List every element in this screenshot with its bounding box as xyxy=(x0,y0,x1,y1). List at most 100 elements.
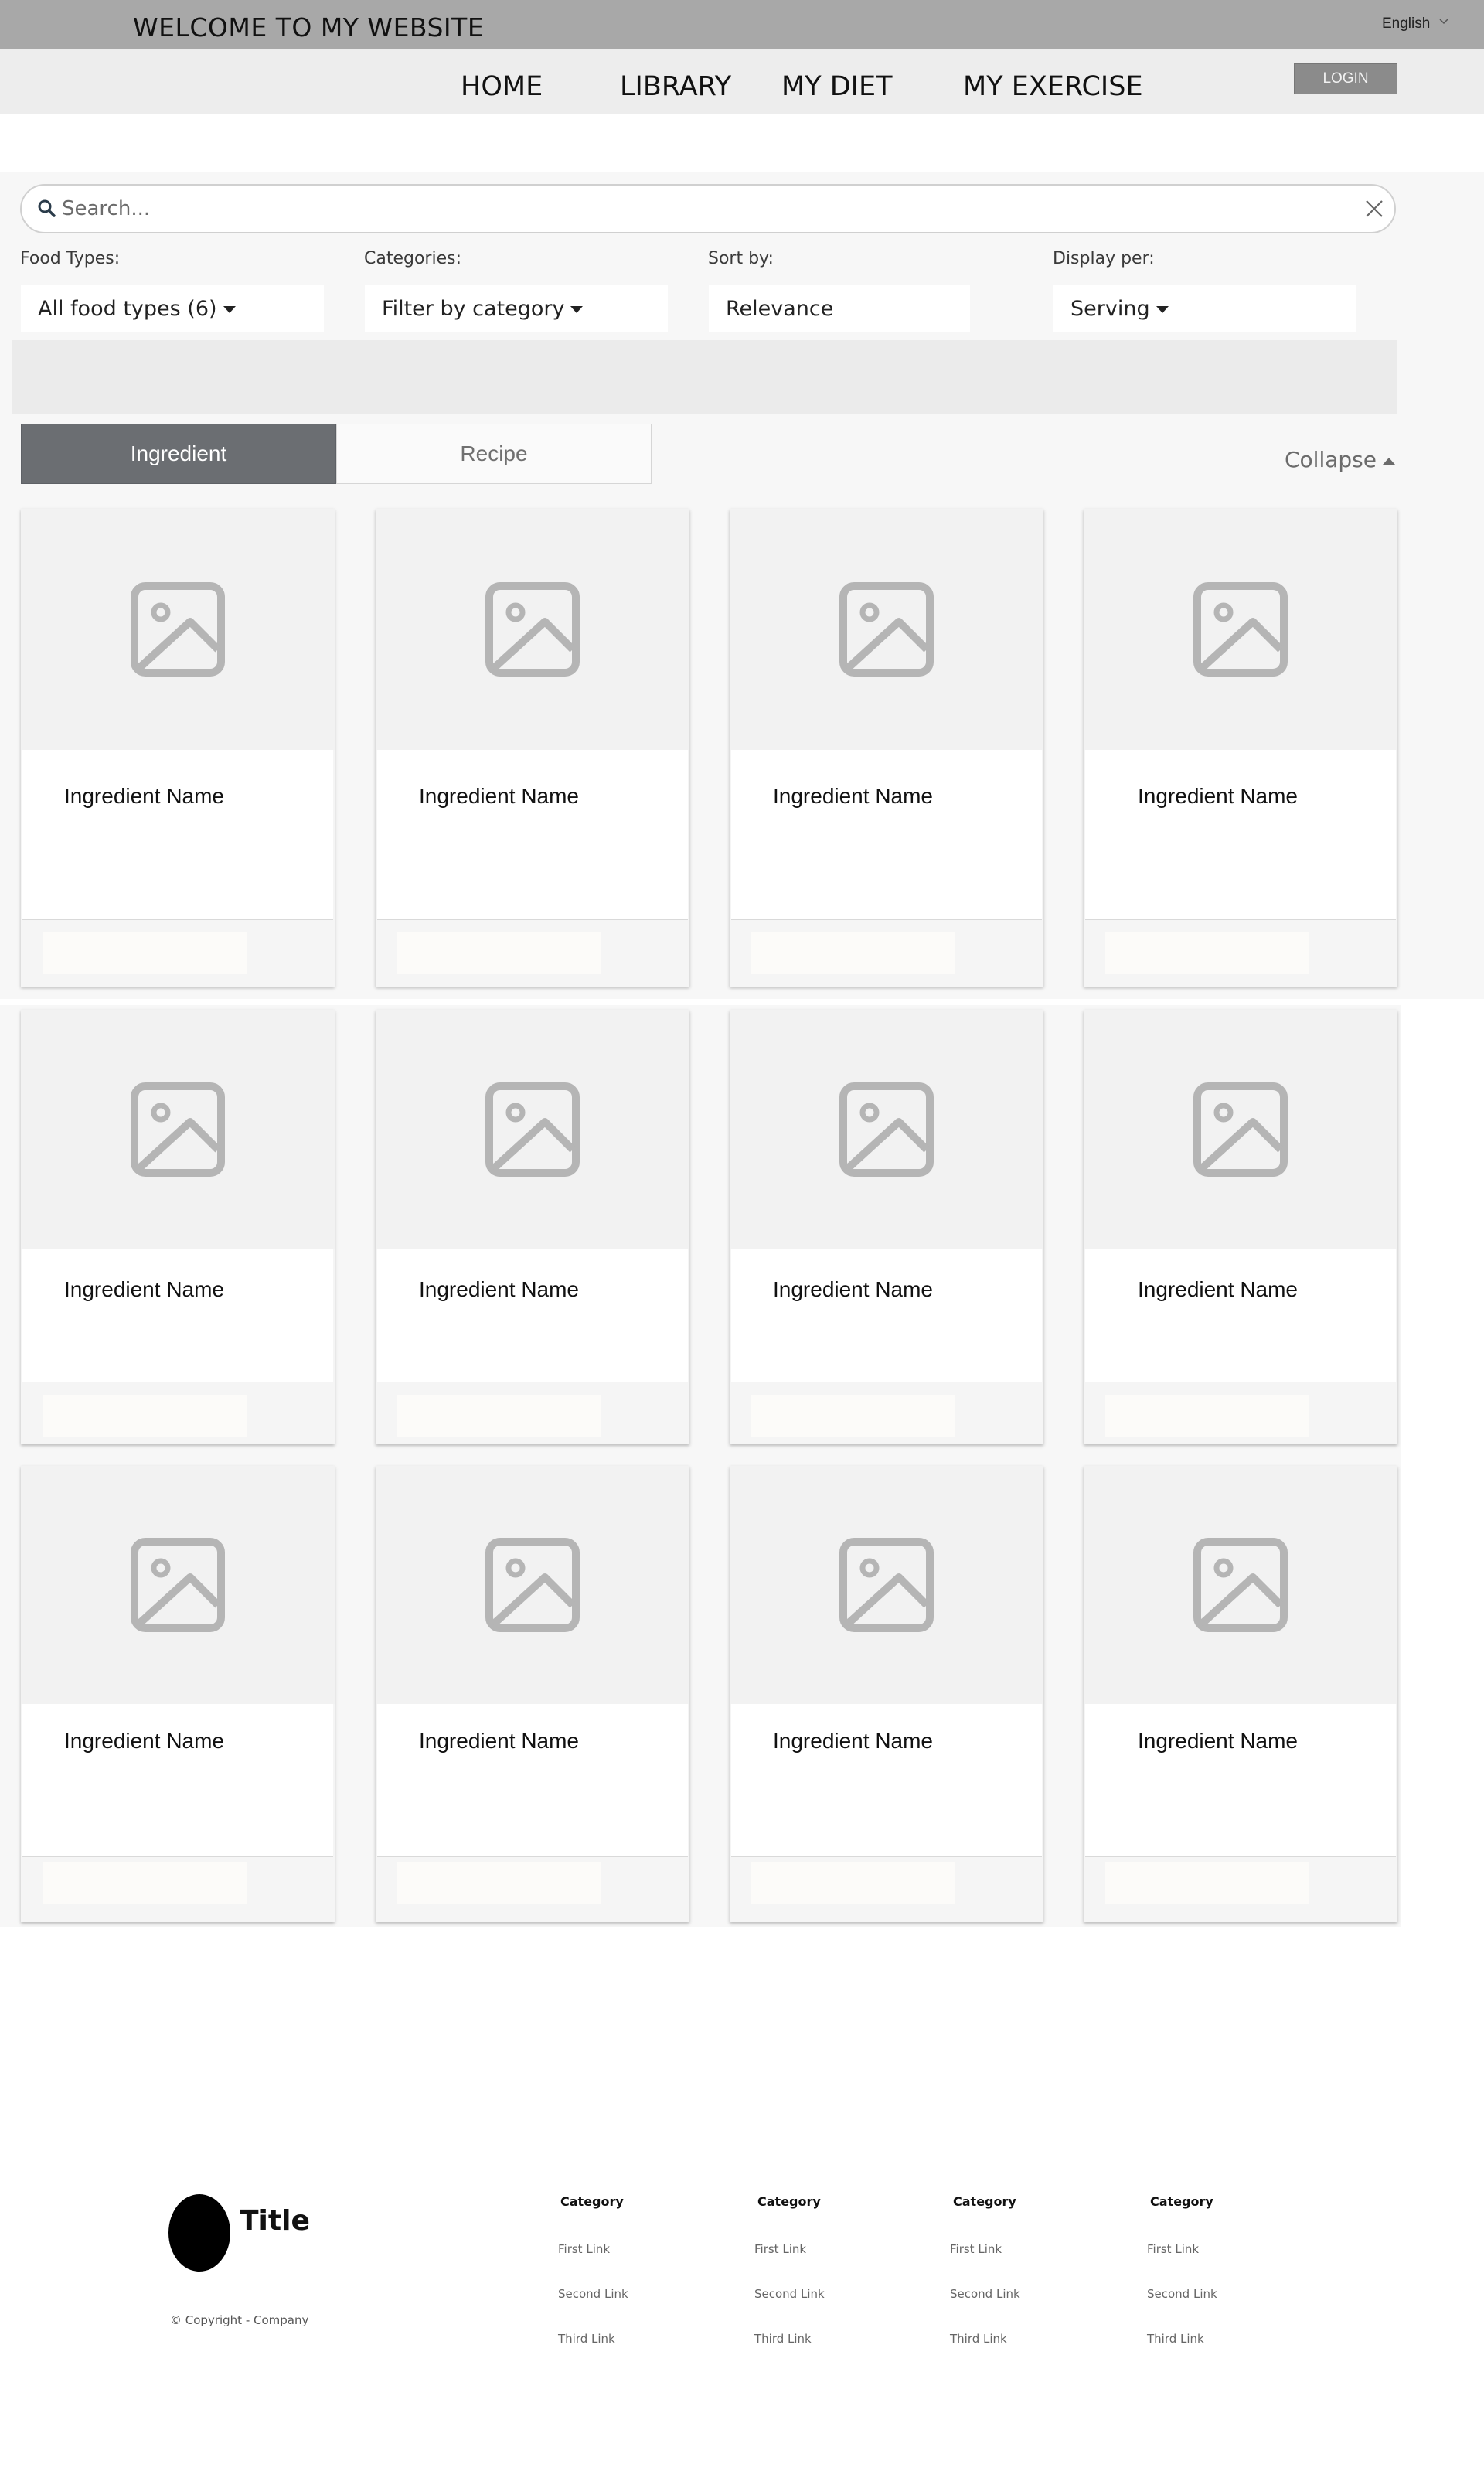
footer-copyright: © Copyright - Company xyxy=(170,2313,309,2327)
card-footer-placeholder xyxy=(43,932,247,974)
footer-link[interactable]: Second Link xyxy=(950,2287,1020,2301)
ingredient-card[interactable]: Ingredient Name xyxy=(730,509,1043,987)
footer-category: Category xyxy=(560,2194,624,2209)
ingredient-name: Ingredient Name xyxy=(773,1729,934,1753)
ingredient-card[interactable]: Ingredient Name xyxy=(1084,509,1397,987)
footer-link[interactable]: Second Link xyxy=(1147,2287,1217,2301)
close-icon[interactable] xyxy=(1364,199,1384,219)
card-image xyxy=(1084,1010,1397,1249)
nav-library[interactable]: LIBRARY xyxy=(620,71,731,102)
card-image xyxy=(1084,509,1397,750)
collapse-label: Collapse xyxy=(1285,447,1377,472)
ingredient-card[interactable]: Ingredient Name xyxy=(1084,1466,1397,1922)
categories-dropdown[interactable]: Filter by category xyxy=(365,285,668,332)
nav-home[interactable]: HOME xyxy=(461,71,543,102)
footer-link[interactable]: First Link xyxy=(1147,2242,1199,2256)
ingredient-card[interactable]: Ingredient Name xyxy=(376,1010,689,1444)
categories-value: Filter by category xyxy=(382,296,565,321)
ingredient-card[interactable]: Ingredient Name xyxy=(730,1010,1043,1444)
image-placeholder-icon xyxy=(839,1082,934,1177)
image-placeholder-icon xyxy=(1193,1082,1288,1177)
sort-by-value: Relevance xyxy=(726,296,834,321)
nav-bar xyxy=(0,49,1484,114)
footer-link[interactable]: First Link xyxy=(754,2242,806,2256)
card-footer-placeholder xyxy=(397,932,601,974)
card-image xyxy=(730,509,1043,750)
food-types-value: All food types (6) xyxy=(38,296,217,321)
card-footer-placeholder xyxy=(1105,932,1309,974)
card-footer-placeholder xyxy=(1105,1395,1309,1437)
card-image xyxy=(730,1466,1043,1704)
food-types-dropdown[interactable]: All food types (6) xyxy=(21,285,324,332)
food-types-label: Food Types: xyxy=(20,249,121,268)
ingredient-card[interactable]: Ingredient Name xyxy=(21,1010,335,1444)
card-footer-placeholder xyxy=(1105,1862,1309,1904)
display-per-dropdown[interactable]: Serving xyxy=(1053,285,1356,332)
card-footer-placeholder xyxy=(397,1862,601,1904)
footer-category: Category xyxy=(757,2194,821,2209)
footer-title: Title xyxy=(240,2205,310,2237)
footer-link[interactable]: Third Link xyxy=(1147,2332,1204,2346)
ingredient-name: Ingredient Name xyxy=(1138,784,1298,808)
footer-link[interactable]: Third Link xyxy=(950,2332,1007,2346)
image-placeholder-icon xyxy=(839,1538,934,1632)
tab-recipe[interactable]: Recipe xyxy=(336,424,652,484)
ingredient-name: Ingredient Name xyxy=(64,784,225,808)
card-footer-placeholder xyxy=(751,932,955,974)
card-image xyxy=(730,1010,1043,1249)
image-placeholder-icon xyxy=(1193,1538,1288,1632)
card-image xyxy=(376,1466,689,1704)
tab-ingredient[interactable]: Ingredient xyxy=(21,424,336,484)
ingredient-name: Ingredient Name xyxy=(419,1729,580,1753)
ingredient-card[interactable]: Ingredient Name xyxy=(730,1466,1043,1922)
footer-link[interactable]: First Link xyxy=(558,2242,610,2256)
card-body xyxy=(1085,1704,1396,1857)
language-selector[interactable]: English xyxy=(1382,15,1430,32)
card-body xyxy=(731,1704,1042,1857)
footer-link[interactable]: Third Link xyxy=(754,2332,812,2346)
sort-by-label: Sort by: xyxy=(708,249,774,268)
nav-my-exercise[interactable]: MY EXERCISE xyxy=(963,71,1143,102)
ingredient-card[interactable]: Ingredient Name xyxy=(376,1466,689,1922)
image-placeholder-icon xyxy=(485,1082,580,1177)
ingredient-card[interactable]: Ingredient Name xyxy=(1084,1010,1397,1444)
categories-label: Categories: xyxy=(364,249,461,268)
caret-down-icon xyxy=(570,305,584,313)
display-per-value: Serving xyxy=(1070,296,1150,321)
footer-link[interactable]: Second Link xyxy=(754,2287,825,2301)
card-body xyxy=(22,1249,333,1382)
card-body xyxy=(377,1249,688,1382)
caret-down-icon xyxy=(223,305,236,313)
card-body xyxy=(731,750,1042,920)
card-footer-placeholder xyxy=(397,1395,601,1437)
card-image xyxy=(1084,1466,1397,1704)
card-body xyxy=(22,750,333,920)
ingredient-card[interactable]: Ingredient Name xyxy=(21,509,335,987)
sort-by-dropdown[interactable]: Relevance xyxy=(709,285,970,332)
card-body xyxy=(731,1249,1042,1382)
image-placeholder-icon xyxy=(839,582,934,677)
collapse-toggle[interactable]: Collapse xyxy=(1285,447,1395,472)
footer-link[interactable]: Third Link xyxy=(558,2332,615,2346)
login-button[interactable]: LOGIN xyxy=(1294,63,1397,94)
caret-up-icon xyxy=(1383,457,1395,465)
image-placeholder-icon xyxy=(131,582,225,677)
footer-category: Category xyxy=(1150,2194,1213,2209)
search-input[interactable] xyxy=(62,193,1329,224)
card-body xyxy=(1085,750,1396,920)
card-body xyxy=(377,750,688,920)
footer-logo xyxy=(168,2194,230,2272)
card-image xyxy=(376,509,689,750)
card-image xyxy=(21,1010,335,1249)
footer-link[interactable]: First Link xyxy=(950,2242,1002,2256)
ingredient-name: Ingredient Name xyxy=(64,1277,225,1301)
image-placeholder-icon xyxy=(131,1082,225,1177)
ingredient-card[interactable]: Ingredient Name xyxy=(376,509,689,987)
image-placeholder-icon xyxy=(131,1538,225,1632)
footer-link[interactable]: Second Link xyxy=(558,2287,628,2301)
chevron-down-icon[interactable] xyxy=(1439,17,1448,26)
nav-my-diet[interactable]: MY DIET xyxy=(781,71,892,102)
ingredient-name: Ingredient Name xyxy=(419,784,580,808)
ingredient-card[interactable]: Ingredient Name xyxy=(21,1466,335,1922)
ingredient-name: Ingredient Name xyxy=(1138,1729,1298,1753)
